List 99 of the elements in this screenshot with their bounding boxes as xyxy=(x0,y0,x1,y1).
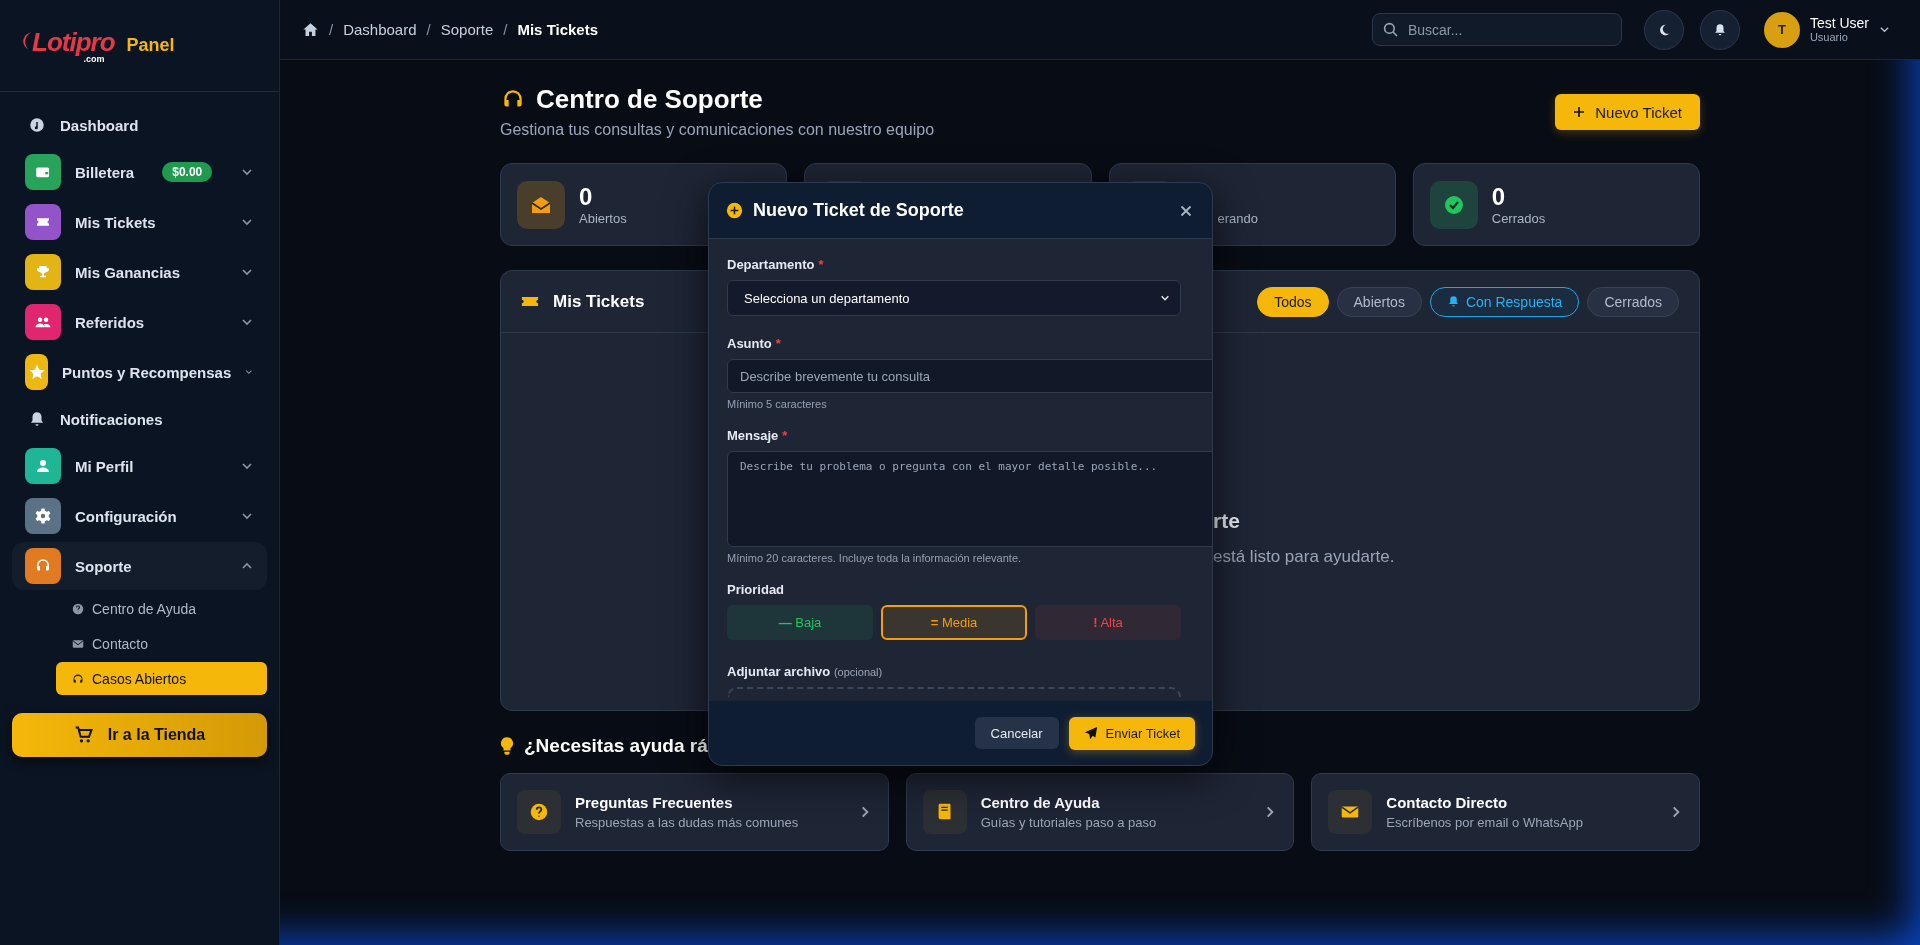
dashboard-icon xyxy=(28,116,46,134)
lightbulb-icon xyxy=(500,736,514,756)
cancel-button[interactable]: Cancelar xyxy=(974,717,1059,749)
filter-tab[interactable]: Todos xyxy=(1257,286,1329,317)
help-card[interactable]: Centro de Ayuda Guías y tutoriales paso a paso xyxy=(905,773,1295,851)
field-label: Prioridad xyxy=(727,582,785,597)
stat-label: erando xyxy=(1217,211,1258,226)
chevron-down-icon xyxy=(241,166,253,178)
submenu-item[interactable]: Centro de Ayuda xyxy=(56,592,267,625)
field-label: Mensaje xyxy=(727,428,779,443)
bell-icon xyxy=(28,410,46,428)
help-card-text: Guías y tutoriales paso a paso xyxy=(980,815,1158,830)
empty-state-text: está listo para ayudarte. xyxy=(1213,547,1395,567)
help-card-title: Preguntas Frecuentes xyxy=(575,794,734,811)
field-hint: Mínimo 5 caracteres xyxy=(727,398,828,410)
shop-button[interactable]: Ir a la Tienda xyxy=(12,713,267,757)
breadcrumb-current: Mis Tickets xyxy=(517,21,599,38)
page-title: Centro de Soporte xyxy=(536,84,763,115)
user-menu[interactable]: T Test User Usuario xyxy=(1763,11,1890,48)
chevron-down-icon xyxy=(241,266,253,278)
avatar: T xyxy=(1763,11,1800,48)
breadcrumb-separator: / xyxy=(426,21,431,38)
stat-value: 0 xyxy=(579,183,594,211)
help-card-text: Respuestas a las dudas más comunes xyxy=(575,815,800,830)
close-icon[interactable] xyxy=(1180,204,1192,217)
sidebar-item[interactable]: Soporte xyxy=(12,542,267,590)
empty-state-title: rte xyxy=(1213,509,1240,533)
breadcrumb-link[interactable]: Soporte xyxy=(440,21,494,38)
field-label: Asunto xyxy=(727,336,772,351)
panel-title: Mis Tickets xyxy=(553,291,645,312)
stat-value: 0 xyxy=(1491,183,1507,211)
sidebar-item[interactable]: Notificaciones xyxy=(12,398,267,440)
plus-icon xyxy=(1573,106,1586,118)
bell-icon xyxy=(1446,295,1460,308)
user-role: Usuario xyxy=(1809,29,1849,44)
section-title: ¿Necesitas ayuda rá xyxy=(524,735,708,757)
search-icon xyxy=(1382,22,1399,38)
help-card-title: Centro de Ayuda xyxy=(980,794,1101,811)
filter-tab[interactable]: Abiertos xyxy=(1336,286,1422,317)
chevron-down-icon xyxy=(241,460,253,472)
sidebar-item[interactable]: Mis Ganancias xyxy=(12,248,267,296)
question-icon xyxy=(72,602,84,615)
bell-icon xyxy=(1712,22,1727,37)
panel-label: Panel xyxy=(126,35,175,56)
department-select[interactable]: Selecciona un departamento xyxy=(727,280,1181,316)
priority-option[interactable]: ! Alta xyxy=(1035,605,1181,640)
submit-button[interactable]: Enviar Ticket xyxy=(1068,716,1195,750)
chevron-down-icon xyxy=(241,316,253,328)
field-hint: Mínimo 20 caracteres. Incluye toda la información relevante. xyxy=(727,552,1023,564)
subject-input[interactable]: Describe brevemente tu consulta xyxy=(727,359,1212,393)
sidebar-item[interactable]: Billetera $0.00 xyxy=(12,148,267,196)
help-card[interactable]: Preguntas Frecuentes Respuestas a las dudas más comunes xyxy=(500,773,889,851)
priority-option[interactable]: = Media xyxy=(881,605,1027,640)
required-mark: * xyxy=(782,428,788,443)
headset-icon xyxy=(72,672,84,685)
plus-icon xyxy=(726,202,743,219)
priority-option[interactable]: — Baja xyxy=(727,605,873,640)
dialog-title: Nuevo Ticket de Soporte xyxy=(753,200,964,221)
chevron-down-icon xyxy=(241,510,253,522)
required-mark: * xyxy=(818,257,824,272)
sidebar-item[interactable]: Configuración xyxy=(12,492,267,540)
message-input[interactable]: Describe tu problema o pregunta con el mayor detalle posible... xyxy=(727,451,1212,547)
balance-badge: $0.00 xyxy=(162,162,213,182)
new-ticket-button[interactable]: Nuevo Ticket xyxy=(1555,94,1700,130)
submenu-item[interactable]: Casos Abiertos xyxy=(56,662,267,695)
page-subtitle: Gestiona tus consultas y comunicaciones con nuestro equipo xyxy=(500,121,935,139)
sidebar-item[interactable]: Dashboard xyxy=(12,104,267,146)
required-mark: * xyxy=(775,336,781,351)
field-label: Departamento xyxy=(727,257,815,272)
question-icon xyxy=(517,790,561,834)
user-name: Test User xyxy=(1809,15,1869,30)
cart-icon xyxy=(73,725,94,745)
help-card-title: Contacto Directo xyxy=(1386,794,1509,811)
chevron-down-icon xyxy=(1879,24,1890,35)
submenu-item[interactable]: Contacto xyxy=(56,627,267,660)
ticket-icon xyxy=(521,295,539,308)
chevron-down-icon xyxy=(1160,293,1170,303)
chevron-down-icon xyxy=(241,216,253,228)
stat-label: Abiertos xyxy=(579,211,627,226)
stat-label: Cerrados xyxy=(1491,211,1546,226)
filter-tab[interactable]: Cerrados xyxy=(1587,286,1679,317)
sidebar-item[interactable]: Puntos y Recompensas xyxy=(12,348,267,396)
help-card[interactable]: Contacto Directo Escríbenos por email o WhatsApp xyxy=(1311,773,1700,851)
field-label: Adjuntar archivo (opcional) xyxy=(727,664,883,679)
logo[interactable]: Lotipro .com xyxy=(20,25,115,66)
breadcrumb-separator: / xyxy=(329,21,334,38)
book-icon xyxy=(922,790,967,834)
sidebar-item[interactable]: Mi Perfil xyxy=(12,442,267,490)
filter-tab[interactable]: Con Respuesta xyxy=(1429,286,1580,317)
breadcrumb-link[interactable]: Dashboard xyxy=(343,21,417,38)
breadcrumb-separator: / xyxy=(503,21,508,38)
search-field[interactable]: Buscar... xyxy=(1371,13,1622,46)
envelope-icon xyxy=(1328,790,1373,834)
send-icon xyxy=(1083,726,1098,740)
sidebar-item[interactable]: Mis Tickets xyxy=(12,198,267,246)
sidebar-item[interactable]: Referidos xyxy=(12,298,267,346)
home-icon[interactable] xyxy=(302,21,319,38)
help-card-text: Escríbenos por email o WhatsApp xyxy=(1386,815,1584,830)
envelope-icon xyxy=(72,637,84,650)
